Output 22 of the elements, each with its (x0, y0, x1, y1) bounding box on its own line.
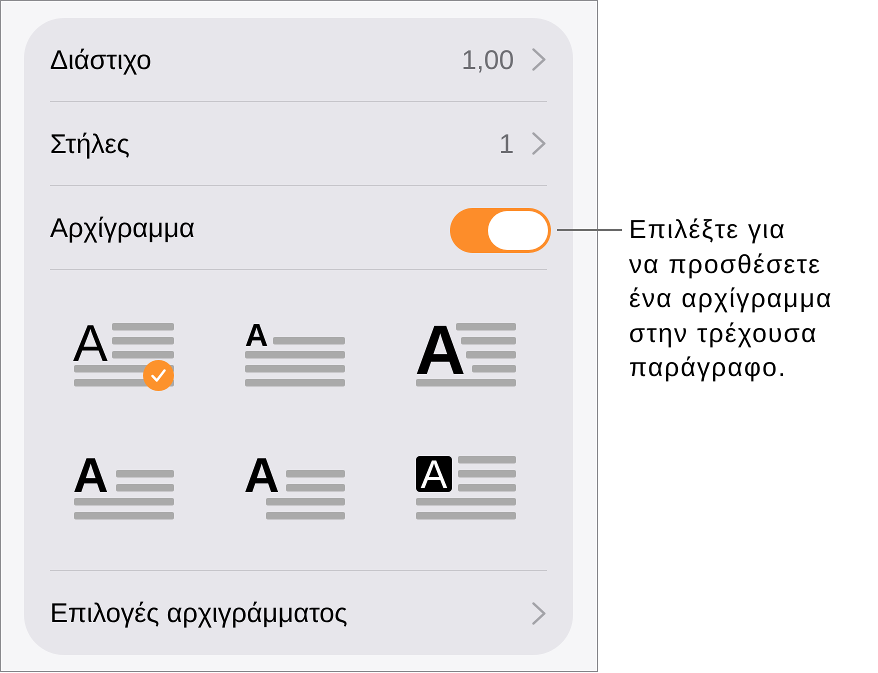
callout-text: Επιλέξτε για να προσθέσετε ένα αρχίγραμμα στην τρέχουσα παράγραφο. (629, 213, 833, 384)
paragraph-lines-icon (416, 456, 516, 519)
setting-label: Διάστιχο (50, 44, 152, 76)
chevron-right-icon[interactable] (532, 48, 546, 71)
setting-label: Επιλογές αρχιγράμματος (50, 597, 348, 629)
chevron-right-icon[interactable] (532, 132, 546, 155)
setting-value: 1,00 (461, 44, 514, 76)
letter-tile (416, 456, 452, 492)
drop-cap-style-option[interactable]: A (245, 450, 345, 523)
paragraph-lines-icon (416, 322, 516, 386)
chevron-right-icon[interactable] (532, 602, 546, 624)
drop-cap-style-option[interactable]: A (74, 318, 174, 391)
drop-cap-style-option[interactable]: A (416, 450, 516, 523)
drop-cap-style-option[interactable]: A (416, 318, 516, 391)
setting-value: 1 (498, 128, 514, 160)
drop-cap-style-option[interactable]: A (74, 450, 174, 523)
setting-label: Αρχίγραμμα (50, 212, 195, 244)
leader-line (557, 229, 622, 231)
setting-label: Στήλες (50, 128, 130, 160)
checkmark-icon (143, 360, 174, 391)
drop-cap-style-option[interactable]: A (245, 318, 345, 391)
drop-cap-toggle[interactable] (450, 208, 551, 252)
